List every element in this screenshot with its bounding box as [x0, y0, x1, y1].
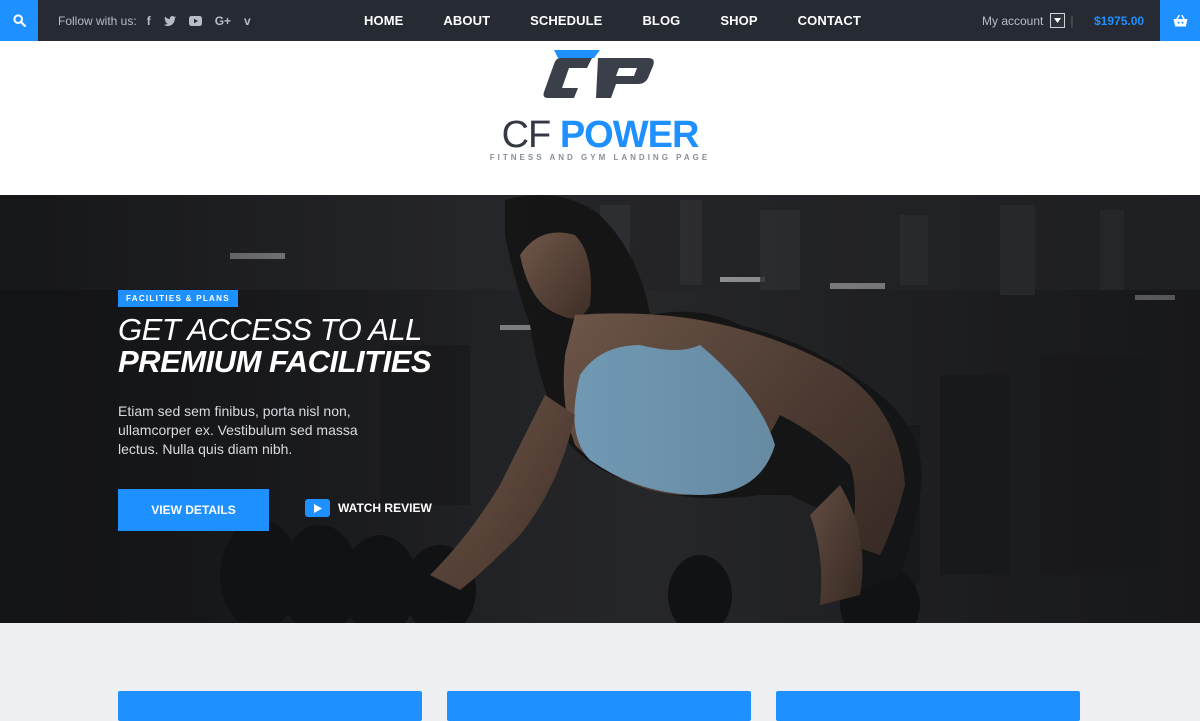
- feature-card-1[interactable]: [118, 691, 422, 721]
- divider: |: [1070, 13, 1074, 28]
- vimeo-icon[interactable]: v: [244, 14, 251, 28]
- basket-icon: [1173, 14, 1187, 26]
- nav-home[interactable]: HOME: [364, 13, 403, 28]
- follow-label: Follow with us:: [58, 13, 137, 28]
- follow-us: Follow with us: f G+ v: [58, 0, 264, 41]
- brand-tagline: FITNESS AND GYM LANDING PAGE: [489, 153, 711, 162]
- watch-review-label[interactable]: WATCH REVIEW: [338, 501, 432, 515]
- cart-button[interactable]: [1160, 0, 1200, 41]
- cart-total[interactable]: $1975.00: [1094, 0, 1144, 41]
- account-dropdown[interactable]: [1050, 13, 1066, 28]
- top-bar: Follow with us: f G+ v HOME ABOUT SCHEDU…: [0, 0, 1200, 41]
- cf-logo-mark[interactable]: [540, 48, 660, 115]
- view-details-button[interactable]: VIEW DETAILS: [118, 489, 269, 531]
- brand-name-part1: CF: [501, 114, 560, 156]
- facebook-icon[interactable]: f: [147, 14, 151, 28]
- hero-title-line1: GET ACCESS TO ALL: [118, 312, 422, 347]
- nav-schedule[interactable]: SCHEDULE: [530, 13, 602, 28]
- nav-shop[interactable]: SHOP: [720, 13, 757, 28]
- caret-down-icon: [1054, 18, 1062, 23]
- nav-about[interactable]: ABOUT: [443, 13, 490, 28]
- feature-card-2[interactable]: [447, 691, 751, 721]
- google-plus-icon[interactable]: G+: [215, 14, 231, 28]
- search-button[interactable]: [0, 0, 38, 41]
- hero-section: FACILITIES & PLANS GET ACCESS TO ALL PRE…: [0, 195, 1200, 623]
- main-nav: HOME ABOUT SCHEDULE BLOG SHOP CONTACT: [364, 0, 901, 41]
- hero-title-line2: PREMIUM FACILITIES: [118, 344, 432, 379]
- social-links: f G+ v: [147, 14, 264, 28]
- facilities-badge: FACILITIES & PLANS: [118, 290, 238, 307]
- search-icon: [12, 14, 26, 27]
- youtube-icon[interactable]: [188, 15, 202, 26]
- nav-blog[interactable]: BLOG: [642, 13, 680, 28]
- features-section: [0, 623, 1200, 721]
- feature-card-3[interactable]: [776, 691, 1080, 721]
- watch-review-button[interactable]: WATCH REVIEW: [305, 499, 432, 517]
- brand-name: CF POWER: [0, 114, 1200, 157]
- account-label[interactable]: My account: [982, 14, 1043, 28]
- hero-description: Etiam sed sem finibus, porta nisl non, u…: [118, 403, 358, 457]
- nav-contact[interactable]: CONTACT: [798, 13, 861, 28]
- twitter-icon[interactable]: [163, 15, 176, 26]
- play-icon: [305, 499, 330, 517]
- logo-header: CF POWER FITNESS AND GYM LANDING PAGE: [0, 41, 1200, 195]
- brand-name-part2: POWER: [559, 114, 700, 156]
- account-menu[interactable]: My account |: [982, 0, 1073, 41]
